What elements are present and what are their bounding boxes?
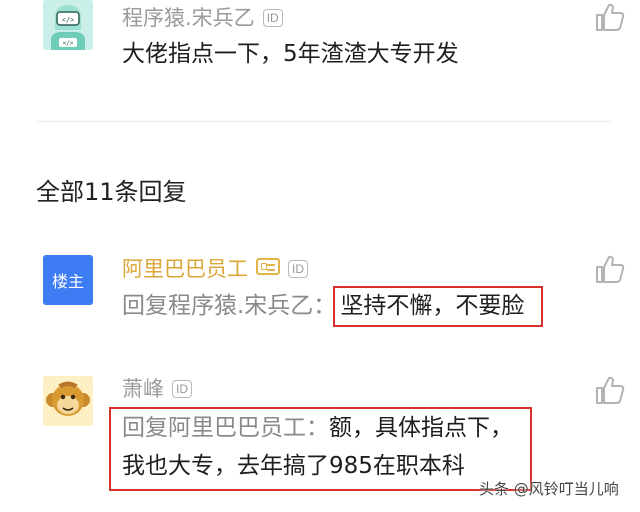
author-name[interactable]: 阿里巴巴员工 — [122, 257, 248, 281]
avatar-coder[interactable]: </> </> — [43, 0, 93, 50]
coder-avatar-icon: </> </> — [43, 0, 93, 50]
host-label: 楼主 — [51, 272, 84, 291]
watermark: 头条 @风铃叮当儿响 — [479, 480, 619, 498]
author-name[interactable]: 萧峰 — [122, 377, 164, 401]
highlight-box — [333, 286, 543, 327]
id-badge: ID — [172, 380, 192, 398]
thumbs-up-icon[interactable] — [594, 253, 626, 285]
avatar-host[interactable]: 楼主 — [43, 255, 93, 305]
avatar-monkey[interactable] — [43, 376, 93, 426]
monkey-avatar-icon — [43, 376, 93, 426]
reply-author-host[interactable]: 阿里巴巴员工 ID — [122, 255, 308, 283]
id-badge: ID — [262, 9, 283, 27]
author-name[interactable]: 程序猿.宋兵乙 — [122, 6, 255, 30]
svg-text:</>: </> — [63, 40, 74, 47]
top-comment-author[interactable]: 程序猿.宋兵乙 ID — [122, 4, 283, 32]
vip-badge-icon — [256, 258, 280, 275]
divider — [36, 121, 612, 122]
thumbs-up-icon[interactable] — [594, 1, 626, 33]
reply-prefix[interactable]: 回复程序猿.宋兵乙： — [122, 293, 336, 319]
replies-header: 全部11条回复 — [36, 178, 187, 206]
reply-author-monkey[interactable]: 萧峰 ID — [122, 375, 192, 403]
svg-text:</>: </> — [62, 16, 75, 24]
highlight-box — [109, 407, 532, 491]
thumbs-up-icon[interactable] — [594, 374, 626, 406]
top-comment-text: 大佬指点一下，5年渣渣大专开发 — [122, 41, 459, 67]
id-badge: ID — [288, 260, 308, 278]
